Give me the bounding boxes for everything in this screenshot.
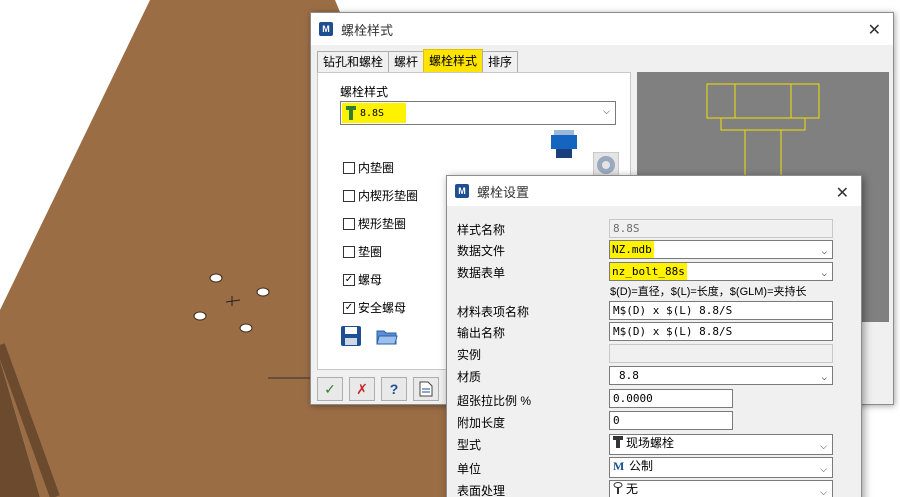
chevron-down-icon: ⌵ xyxy=(821,269,827,279)
tab-drill-and-bolt[interactable]: 钻孔和螺栓 xyxy=(317,51,390,73)
chevron-down-icon: ⌵ xyxy=(821,373,827,383)
label-style-name: 样式名称 xyxy=(457,223,506,237)
label-surface: 表面处理 xyxy=(457,484,506,497)
data-table-dropdown[interactable]: nz_bolt_88s ⌵ xyxy=(609,262,833,281)
title-bar: M 螺栓设置 ✕ xyxy=(447,176,861,206)
label-bom-name: 材料表项名称 xyxy=(457,305,530,319)
label-data-file: 数据文件 xyxy=(457,244,506,258)
output-name-field[interactable]: M$(D) x $(L) 8.8/S xyxy=(609,322,833,341)
field-bolt-icon xyxy=(613,436,623,448)
bolt-hole xyxy=(256,287,270,297)
checkbox-nut[interactable]: ✓ 螺母 xyxy=(343,271,382,288)
checkbox-safety-nut[interactable]: ✓ 安全螺母 xyxy=(343,299,406,316)
pretension-field[interactable]: 0.0000 xyxy=(609,389,733,408)
extra-length-field[interactable]: 0 xyxy=(609,411,733,430)
checkbox-box[interactable] xyxy=(343,245,355,258)
checkbox-washer[interactable]: 垫圈 xyxy=(343,243,382,260)
bolt-washer-outline xyxy=(720,117,806,131)
label-unit: 单位 xyxy=(457,462,482,476)
chevron-down-icon: ⌵ xyxy=(821,247,827,257)
document-icon xyxy=(419,381,433,397)
chevron-down-icon: ⌵ xyxy=(820,464,827,474)
ok-button[interactable]: ✓ xyxy=(317,377,343,401)
label-extra-length: 附加长度 xyxy=(457,416,506,430)
bolt-hole xyxy=(239,323,253,333)
title-bar: M 螺栓样式 ✕ xyxy=(311,13,893,45)
surface-dropdown[interactable]: 无 ⌵ xyxy=(609,480,833,497)
bolt-hole xyxy=(209,273,223,283)
bolt-style-dropdown[interactable]: 8.8S ⌵ xyxy=(340,101,616,125)
nut-preview-icon[interactable] xyxy=(551,130,577,158)
unit-dropdown[interactable]: M 公制 ⌵ xyxy=(609,457,833,478)
save-icon[interactable] xyxy=(340,325,362,347)
parameter-hint: $(D)=直径，$(L)=长度，$(GLM)=夹持长 xyxy=(610,286,807,298)
chevron-down-icon: ⌵ xyxy=(603,106,610,116)
style-name-field: 8.8S xyxy=(609,219,833,238)
label-pretension: 超张拉比例 % xyxy=(457,394,532,408)
checkbox-box[interactable] xyxy=(343,189,355,202)
instance-field xyxy=(609,344,833,363)
metric-icon: M xyxy=(613,459,625,473)
app-logo-icon: M xyxy=(319,22,333,36)
type-dropdown[interactable]: 现场螺栓 ⌵ xyxy=(609,434,833,455)
label-output-name: 输出名称 xyxy=(457,326,506,340)
label-type: 型式 xyxy=(457,438,482,452)
chevron-down-icon: ⌵ xyxy=(820,441,827,451)
tab-sort[interactable]: 排序 xyxy=(482,51,519,73)
surface-treatment-icon xyxy=(613,482,623,494)
bom-name-field[interactable]: M$(D) x $(L) 8.8/S xyxy=(609,301,833,320)
cancel-button[interactable]: ✗ xyxy=(349,377,375,401)
checkbox-wedge-washer[interactable]: 楔形垫圈 xyxy=(343,215,406,232)
checkbox-box[interactable] xyxy=(343,161,355,174)
report-button[interactable] xyxy=(413,377,439,401)
label-data-table: 数据表单 xyxy=(457,266,506,280)
tab-strip: 钻孔和螺栓 螺杆 螺栓样式 排序 xyxy=(317,49,519,73)
bolt-style-value: 8.8S xyxy=(360,107,385,119)
checkbox-inner-washer[interactable]: 内垫圈 xyxy=(343,159,394,176)
checkbox-box[interactable]: ✓ xyxy=(343,273,355,286)
chevron-down-icon: ⌵ xyxy=(820,487,827,497)
screen: M 螺栓样式 ✕ 钻孔和螺栓 螺杆 螺栓样式 排序 螺栓样式 8.8S ⌵ 内垫… xyxy=(0,0,900,497)
bolt-settings-dialog: M 螺栓设置 ✕ 样式名称 8.8S 数据文件 NZ.mdb ⌵ 数据表单 nz_… xyxy=(446,175,862,497)
data-file-dropdown[interactable]: NZ.mdb ⌵ xyxy=(609,240,833,259)
label-material: 材质 xyxy=(457,370,482,384)
help-button[interactable]: ? xyxy=(381,377,407,401)
checkbox-box[interactable]: ✓ xyxy=(343,301,355,314)
bolt-style-label: 螺栓样式 xyxy=(340,85,389,99)
bolt-icon xyxy=(346,106,356,120)
window-title: 螺栓设置 xyxy=(477,184,530,200)
bolt-hole xyxy=(193,311,207,321)
label-instance: 实例 xyxy=(457,348,482,362)
open-folder-icon[interactable] xyxy=(376,325,398,347)
bolt-nut-outline xyxy=(706,83,820,119)
material-dropdown[interactable]: 8.8 ⌵ xyxy=(609,366,833,385)
bolt-style-selected: 8.8S xyxy=(342,103,406,123)
dialog-button-row: ✓ ✗ ? xyxy=(317,377,445,401)
tab-shank[interactable]: 螺杆 xyxy=(388,51,425,73)
close-icon[interactable]: ✕ xyxy=(868,20,881,40)
app-logo-icon: M xyxy=(455,184,469,198)
checkbox-box[interactable] xyxy=(343,217,355,230)
checkbox-inner-wedge-washer[interactable]: 内楔形垫圈 xyxy=(343,187,418,204)
tab-bolt-style[interactable]: 螺栓样式 xyxy=(423,49,484,73)
window-title: 螺栓样式 xyxy=(341,22,394,38)
close-icon[interactable]: ✕ xyxy=(836,183,849,203)
